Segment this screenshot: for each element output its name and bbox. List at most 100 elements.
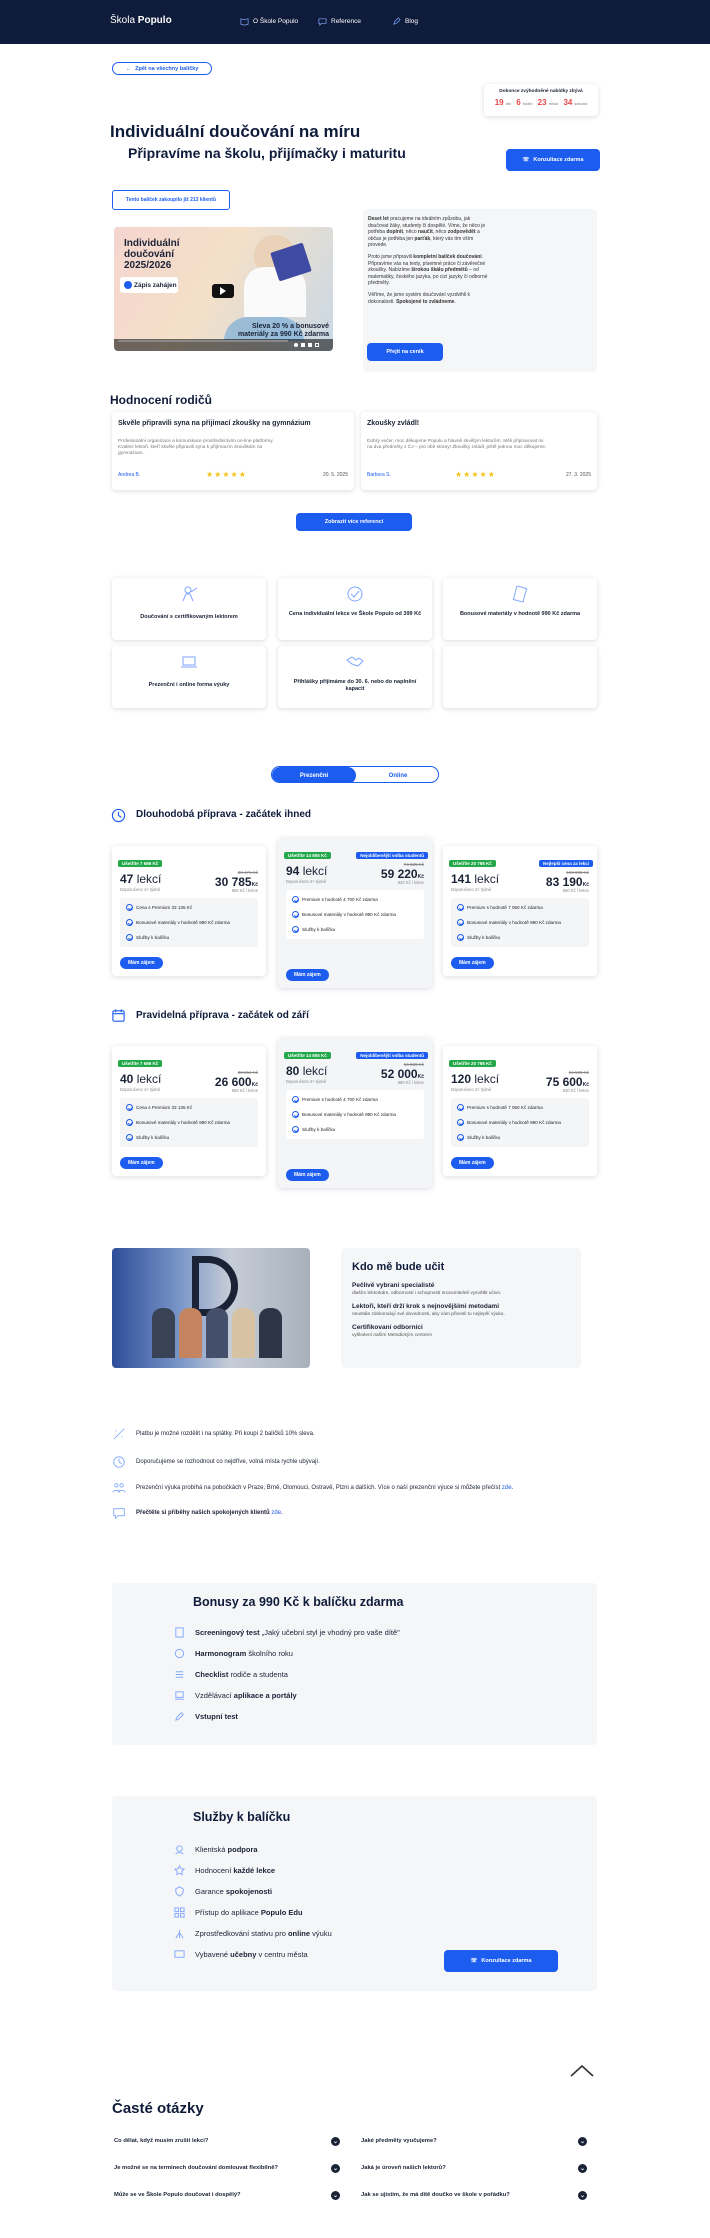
- feature-row: Služby k balíčku: [286, 922, 424, 937]
- go-to-pricing-button[interactable]: Přejít na ceník: [367, 343, 443, 361]
- pricing-card: Ušetříte 14 805 Kč Nejoblíbenější volba s…: [278, 838, 432, 988]
- price-per-lesson: 630 Kč / lekce: [562, 1088, 589, 1093]
- feature-tile: Bonusové materiály v hodnotě 990 Kč zdar…: [443, 578, 597, 640]
- price-per-lesson: 655 Kč / lekce: [231, 888, 258, 893]
- faq-question: Jaká je úroveň našich lektorů?: [361, 2165, 446, 2171]
- logo[interactable]: Škola Populo: [110, 15, 172, 26]
- chevron-down-icon: ⌄: [578, 2190, 587, 2200]
- interest-button[interactable]: Mám zájem: [120, 1157, 163, 1169]
- info-text: Přečtěte si příběhy našich spokojených k…: [136, 1510, 283, 1516]
- countdown-minutes-label: minut: [548, 101, 559, 106]
- feature-label: Cena individuální lekce ve Škole Populo …: [288, 611, 422, 617]
- savings-badge: Ušetříte 7 686 Kč: [118, 1060, 163, 1067]
- toggle-online[interactable]: Online: [356, 767, 438, 782]
- teacher-point-title: Certifikovaní odborníci: [352, 1324, 423, 1331]
- faq-question: Je možné se na termínech doučování domlo…: [114, 2165, 278, 2171]
- price: 52 000Kč: [380, 1067, 424, 1081]
- phone-icon: ☏: [470, 1958, 478, 1964]
- interest-button[interactable]: Mám zájem: [451, 957, 494, 969]
- interest-button[interactable]: Mám zájem: [120, 957, 163, 969]
- highlight-badge: Nejoblíbenější volba studentů: [356, 852, 428, 859]
- faq-item[interactable]: Může se ve Škole Populo doučovat i dospě…: [114, 2189, 340, 2201]
- plan-heading: Pravidelná příprava - začátek od září: [136, 1010, 309, 1021]
- info-row: Prezenční výuka probíhá na pobočkách v P…: [112, 1482, 513, 1494]
- pricing-card: Ušetříte 20 798 Kč Nejlepší cena za lekci…: [443, 846, 597, 976]
- faq-question: Může se ve Škole Populo doučovat i dospě…: [114, 2192, 241, 2198]
- promo-video[interactable]: Individuální doučování 2025/2026 Zápis z…: [114, 227, 333, 351]
- faq-item[interactable]: Co dělat, když musím zrušit lekci? ⌄: [114, 2135, 340, 2147]
- chevron-down-icon: ⌄: [331, 2163, 340, 2173]
- nav-link-blog[interactable]: Blog: [392, 17, 418, 26]
- feature-tile: Prezenční i online forma výuky: [112, 646, 266, 708]
- services-heading: Služby k balíčku: [193, 1810, 291, 1824]
- interest-button[interactable]: Mám zájem: [451, 1157, 494, 1169]
- enroll-badge: Zápis zahájen: [120, 277, 178, 293]
- toggle-prezencni[interactable]: Prezenční: [272, 767, 356, 782]
- deadline-countdown: Dokonce zvýhodněné nabídky zbývá 19 dní 6…: [484, 84, 598, 116]
- countdown-values: 19 dní 6 hodin 23 minut 34 sekund: [484, 98, 598, 107]
- clock-icon: [111, 808, 126, 823]
- teachers-heading: Kdo mě bude učit: [352, 1261, 445, 1273]
- consultation-button-bottom[interactable]: ☏ Konzultace zdarma: [444, 1950, 558, 1972]
- more-reviews-button[interactable]: Zobrazit více referencí: [296, 513, 412, 531]
- review-card: Skvěle připravili syna na přijímací zkou…: [112, 412, 354, 490]
- bonus-item: Vzdělávací aplikace a portály: [174, 1688, 494, 1703]
- shield-icon: [175, 1886, 184, 1897]
- video-title: Individuální doučování 2025/2026: [124, 238, 180, 271]
- info-text: Doporučujeme se rozhodnout co nejdříve, …: [136, 1459, 320, 1465]
- bonus-item: Harmonogram školního roku: [174, 1646, 494, 1661]
- play-icon: [220, 287, 226, 295]
- check-icon: [126, 934, 133, 941]
- back-to-packages-button[interactable]: ← Zpět na všechny balíčky: [112, 62, 212, 75]
- frequency-note: Doporučeno 3× týdně: [451, 887, 492, 892]
- faq-item[interactable]: Jaká je úroveň našich lektorů? ⌄: [361, 2162, 587, 2174]
- chevron-down-icon: ⌄: [331, 2190, 340, 2200]
- info-link[interactable]: zde: [271, 1510, 281, 1516]
- frequency-note: Doporučeno 2× týdně: [286, 1079, 327, 1084]
- laptop-icon: [181, 656, 197, 668]
- service-item: Zprostředkování stativu pro online výuku: [174, 1926, 394, 1941]
- test-icon: [175, 1627, 184, 1638]
- pricing-card: Ušetříte 7 686 Kč 40 lekcí Doporučeno 1× t…: [112, 1046, 266, 1176]
- features-list: Premium s hodnotě 7 050 Kč zdarma Bonusov…: [451, 1098, 589, 1147]
- video-progress-bar[interactable]: [118, 340, 288, 342]
- check-icon: [292, 896, 299, 903]
- nav-link-about[interactable]: O Škole Populo: [240, 17, 298, 26]
- feature-row: Bonusové materiály v hodnotě 990 Kč zdar…: [451, 915, 589, 930]
- faq-item[interactable]: Jaké předměty vyučujeme? ⌄: [361, 2135, 587, 2147]
- frequency-note: Doporučeno 1× týdně: [120, 1087, 161, 1092]
- check-icon: [126, 919, 133, 926]
- savings-badge: Ušetříte 14 805 Kč: [284, 852, 331, 859]
- plan-heading: Dlouhodobá příprava - začátek ihned: [136, 809, 312, 820]
- format-toggle[interactable]: Prezenční Online: [271, 766, 439, 783]
- feature-row: Bonusové materiály v hodnotě 990 Kč zdar…: [286, 1107, 424, 1122]
- price-per-lesson: 665 Kč / lekce: [231, 1088, 258, 1093]
- check-icon: [457, 1119, 464, 1126]
- calendar-icon: [112, 1009, 125, 1022]
- faq-item[interactable]: Jak se ujistím, že má dítě doučko ve ško…: [361, 2189, 587, 2201]
- services-list: Klientská podpora Hodnocení každé lekce …: [174, 1842, 394, 1962]
- interest-button[interactable]: Mám zájem: [286, 969, 329, 981]
- feature-row: Bonusové materiály v hodnotě 990 Kč zdar…: [451, 1115, 589, 1130]
- teachers-list: Pečlivě vybraní specialisté dlaším lekto…: [352, 1282, 567, 1338]
- review-date: 27. 3. 2025: [565, 472, 591, 478]
- countdown-days-label: dní: [505, 101, 512, 106]
- feature-tile-empty: [443, 646, 597, 708]
- info-link[interactable]: zde: [502, 1485, 512, 1491]
- bonus-item: Screeningový test „Jaký učební styl je v…: [174, 1625, 494, 1640]
- nav-link-reference[interactable]: Reference: [318, 17, 361, 26]
- check-icon: [126, 1104, 133, 1111]
- price: 59 220Kč: [380, 867, 424, 881]
- chat-icon: [113, 1508, 125, 1520]
- review-text: Profesionální organizace a komunikace pr…: [118, 439, 274, 456]
- chevron-up-icon[interactable]: [569, 2064, 595, 2078]
- feature-row: Premium s hodnotě 4 700 Kč zdarma: [286, 892, 424, 907]
- interest-button[interactable]: Mám zájem: [286, 1169, 329, 1181]
- info-row: Platbu je možné rozdělit i na splátky. P…: [112, 1428, 315, 1440]
- check-icon: [457, 904, 464, 911]
- teachers-photo: [112, 1248, 310, 1368]
- play-button[interactable]: [212, 284, 234, 298]
- consultation-button[interactable]: ☏ Konzultace zdarma: [506, 149, 600, 171]
- pen-icon: [393, 17, 401, 25]
- faq-item[interactable]: Je možné se na termínech doučování domlo…: [114, 2162, 340, 2174]
